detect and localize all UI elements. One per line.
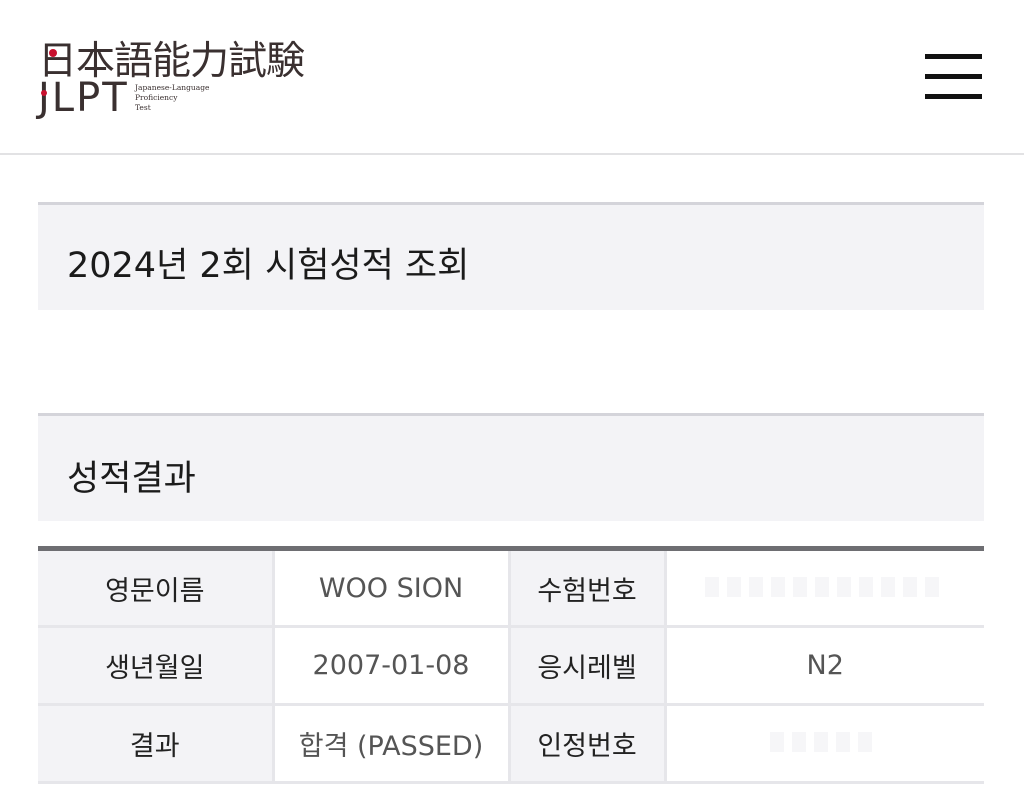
menu-line (925, 94, 982, 99)
label-english-name: 영문이름 (38, 548, 275, 628)
menu-line (925, 54, 982, 59)
logo-subtitle: Japanese-Language Proficiency Test (135, 83, 209, 113)
value-test-level: N2 (665, 626, 984, 706)
redacted-value (705, 576, 946, 597)
table-row: 생년월일 2007-01-08 응시레벨 N2 (38, 626, 984, 706)
page-title-bar: 2024년 2회 시험성적 조회 (38, 202, 984, 310)
logo-jlpt-red-dot (41, 90, 47, 96)
value-certification-number (665, 704, 984, 784)
hamburger-menu-icon[interactable] (920, 52, 986, 106)
page-title: 2024년 2회 시험성적 조회 (67, 246, 470, 286)
jlpt-logo[interactable]: 日本語能力試験 JLPT Japanese-Language Proficien… (38, 30, 338, 130)
logo-subtitle-line: Proficiency (135, 93, 178, 102)
section-title-bar: 성적결과 (38, 413, 984, 521)
value-result: 합격 (PASSED) (273, 704, 511, 784)
table-row: 영문이름 WOO SION 수험번호 (38, 548, 984, 628)
logo-subtitle-line: Test (135, 103, 151, 112)
redacted-value (770, 732, 881, 752)
label-test-level: 응시레벨 (509, 626, 667, 706)
logo-subtitle-line: Japanese-Language (135, 83, 210, 92)
site-header: 日本語能力試験 JLPT Japanese-Language Proficien… (0, 0, 1024, 155)
label-birth-date: 생년월일 (38, 626, 275, 706)
value-exam-number (665, 548, 984, 628)
result-table: 영문이름 WOO SION 수험번호 생년월일 2007-01-08 응시레벨 … (38, 546, 984, 784)
label-exam-number: 수험번호 (509, 548, 667, 628)
menu-line (925, 74, 982, 79)
logo-red-dot (49, 49, 57, 57)
table-row: 결과 합격 (PASSED) 인정번호 (38, 704, 984, 784)
value-english-name: WOO SION (273, 548, 511, 628)
logo-jlpt-text: JLPT (38, 75, 129, 121)
label-certification-number: 인정번호 (509, 704, 667, 784)
value-birth-date: 2007-01-08 (273, 626, 511, 706)
label-result: 결과 (38, 704, 275, 784)
section-title: 성적결과 (67, 459, 196, 499)
